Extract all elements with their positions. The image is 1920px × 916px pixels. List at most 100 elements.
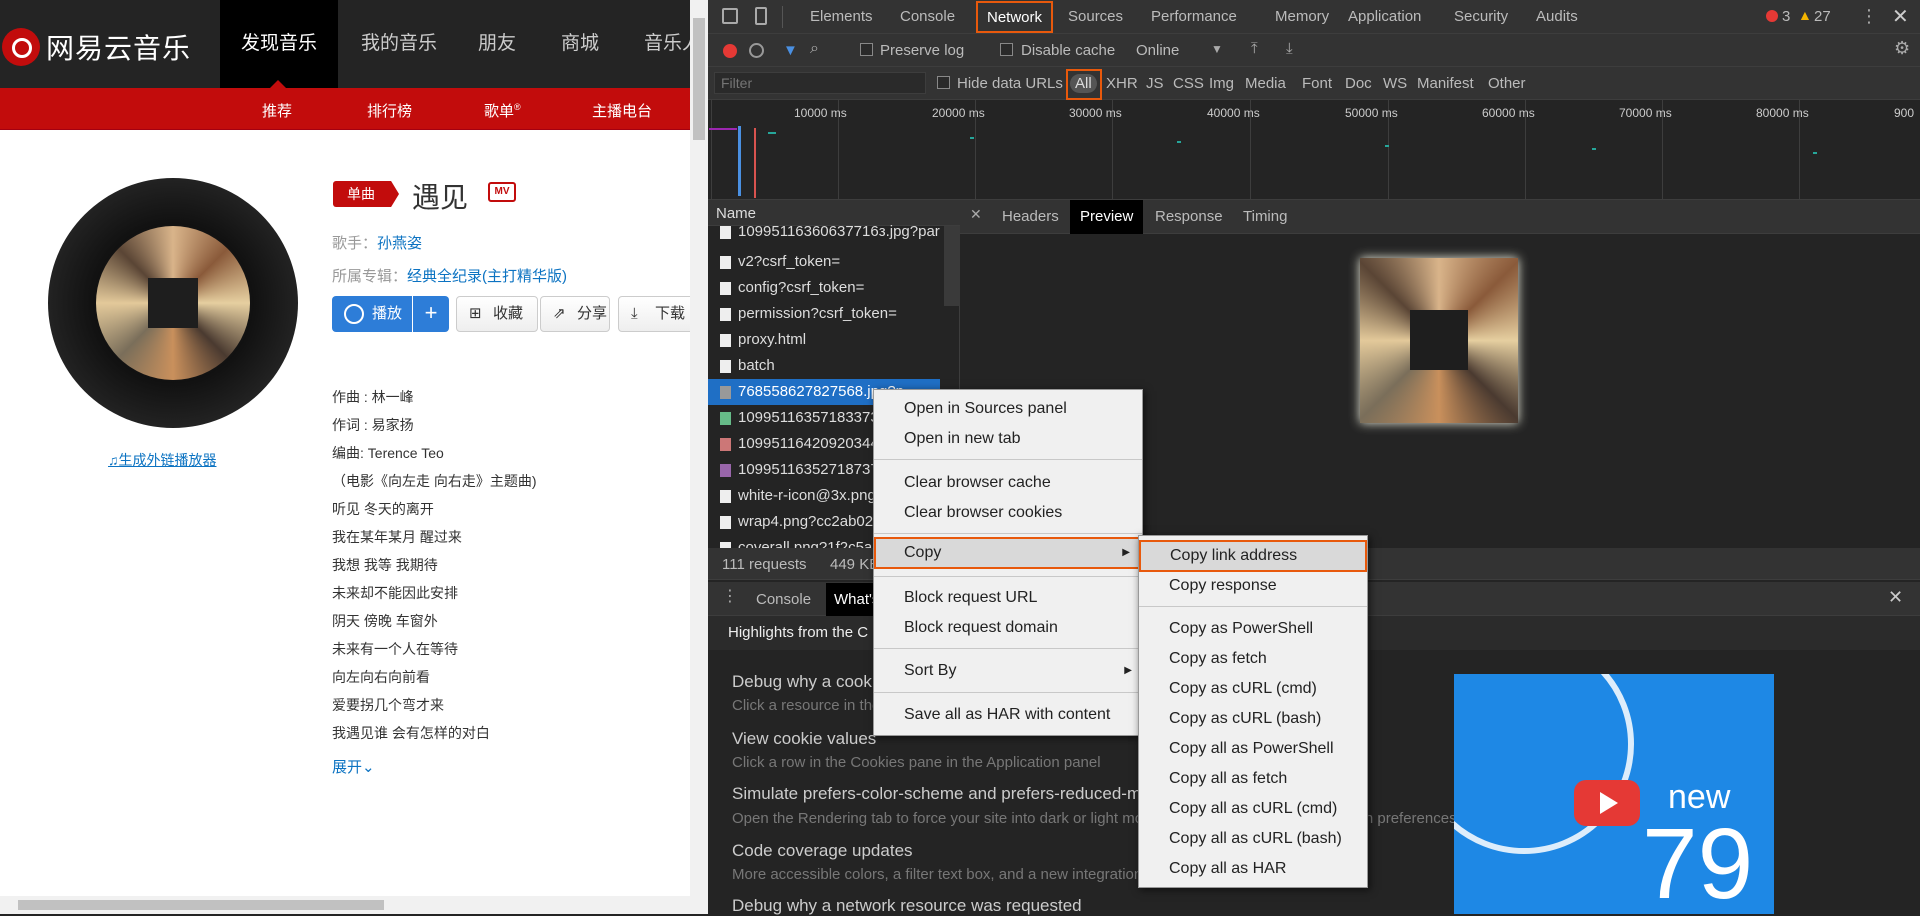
chevron-down-icon[interactable]: ▼ <box>1211 42 1223 56</box>
clear-icon[interactable] <box>749 43 764 58</box>
menu-open-in-sources[interactable]: Open in Sources panel <box>874 394 1142 424</box>
inspect-element-icon[interactable] <box>722 8 738 24</box>
horizontal-scrollbar[interactable] <box>0 896 690 914</box>
drawer-menu-icon[interactable]: ⋮ <box>722 586 738 606</box>
request-row[interactable]: batch <box>708 353 940 379</box>
type-filter-xhr[interactable]: XHR <box>1106 75 1138 92</box>
request-row[interactable]: permission?csrf_token= <box>708 301 940 327</box>
site-logo-text[interactable]: 网易云音乐 <box>46 27 191 67</box>
type-filter-manifest[interactable]: Manifest <box>1417 75 1474 92</box>
name-column-header[interactable]: Name <box>716 205 756 222</box>
nav-musician[interactable]: 音乐人 <box>644 0 690 88</box>
menu-sort-by[interactable]: Sort By ▶ <box>874 656 1142 686</box>
tab-application[interactable]: Application <box>1348 0 1421 33</box>
download-button[interactable]: ⤓ 下载 <box>618 296 690 332</box>
subnav-radio[interactable]: 主播电台 <box>592 100 652 121</box>
tab-sources[interactable]: Sources <box>1068 0 1123 33</box>
record-icon[interactable] <box>723 44 737 58</box>
type-filter-ws[interactable]: WS <box>1383 75 1407 92</box>
menu-clear-cache[interactable]: Clear browser cache <box>874 468 1142 498</box>
collect-button[interactable]: ⊞ 收藏 <box>456 296 538 332</box>
search-icon[interactable]: ⌕ <box>810 40 819 58</box>
subnav-recommend[interactable]: 推荐 <box>262 100 292 121</box>
request-row[interactable]: config?csrf_token= <box>708 275 940 301</box>
play-button[interactable]: 播放 <box>332 296 412 332</box>
news-title[interactable]: Simulate prefers-color-scheme and prefer… <box>732 784 1178 804</box>
nav-mall[interactable]: 商城 <box>561 0 599 88</box>
menu-copy-all-as-fetch[interactable]: Copy all as fetch <box>1139 764 1367 794</box>
type-filter-js[interactable]: JS <box>1146 75 1164 92</box>
type-filter-font[interactable]: Font <box>1302 75 1332 92</box>
type-filter-img[interactable]: Img <box>1209 75 1234 92</box>
gear-icon[interactable]: ⚙ <box>1894 38 1910 59</box>
menu-clear-cookies[interactable]: Clear browser cookies <box>874 498 1142 528</box>
whats-new-video[interactable]: new 79 <box>1454 674 1774 914</box>
menu-copy-all-as-powershell[interactable]: Copy all as PowerShell <box>1139 734 1367 764</box>
preserve-log-checkbox[interactable] <box>860 43 873 59</box>
news-title[interactable]: View cookie values <box>732 729 876 749</box>
mv-icon[interactable]: MV <box>488 182 516 202</box>
detail-tab-response[interactable]: Response <box>1155 200 1223 233</box>
close-drawer-icon[interactable]: ✕ <box>1888 587 1903 608</box>
hide-data-urls-checkbox[interactable] <box>937 76 950 92</box>
expand-lyrics-link[interactable]: 展开⌄ <box>332 756 375 777</box>
import-har-icon[interactable]: ⤒ <box>1251 40 1258 57</box>
close-detail-icon[interactable]: ✕ <box>970 206 982 223</box>
news-title[interactable]: Debug why a network resource was request… <box>732 896 1082 916</box>
tab-network[interactable]: Network <box>976 1 1054 33</box>
type-filter-css[interactable]: CSS <box>1173 75 1204 92</box>
more-menu-icon[interactable]: ⋮ <box>1860 6 1878 27</box>
device-toolbar-icon[interactable] <box>755 7 767 25</box>
request-row[interactable]: proxy.html <box>708 327 940 353</box>
error-count[interactable]: 3 <box>1782 8 1790 25</box>
menu-copy-link-address[interactable]: Copy link address <box>1139 540 1367 572</box>
detail-tab-preview[interactable]: Preview <box>1070 200 1144 234</box>
share-button[interactable]: ⇗ 分享 <box>540 296 610 332</box>
menu-copy[interactable]: Copy ▶ <box>874 537 1142 569</box>
news-title[interactable]: Code coverage updates <box>732 841 913 861</box>
warning-count[interactable]: 27 <box>1814 8 1831 25</box>
menu-copy-all-as-curl-bash[interactable]: Copy all as cURL (bash) <box>1139 824 1367 854</box>
menu-block-url[interactable]: Block request URL <box>874 583 1142 613</box>
nav-discover[interactable]: 发现音乐 <box>220 0 338 88</box>
menu-copy-as-curl-bash[interactable]: Copy as cURL (bash) <box>1139 704 1367 734</box>
menu-block-domain[interactable]: Block request domain <box>874 613 1142 643</box>
filter-icon[interactable]: ▼ <box>783 42 798 59</box>
tab-audits[interactable]: Audits <box>1536 0 1578 33</box>
disable-cache-checkbox[interactable] <box>1000 43 1013 59</box>
menu-save-har[interactable]: Save all as HAR with content <box>874 700 1142 730</box>
scrollbar-thumb[interactable] <box>693 18 705 140</box>
menu-copy-all-as-har[interactable]: Copy all as HAR <box>1139 854 1367 884</box>
menu-copy-as-powershell[interactable]: Copy as PowerShell <box>1139 614 1367 644</box>
request-list-scrollbar[interactable] <box>944 226 960 306</box>
nav-my-music[interactable]: 我的音乐 <box>361 0 437 88</box>
menu-open-in-new-tab[interactable]: Open in new tab <box>874 424 1142 454</box>
tab-elements[interactable]: Elements <box>810 0 873 33</box>
type-filter-other[interactable]: Other <box>1488 75 1526 92</box>
singer-link[interactable]: 孙燕姿 <box>377 235 422 252</box>
request-row[interactable]: v2?csrf_token= <box>708 249 940 275</box>
menu-copy-as-curl-cmd[interactable]: Copy as cURL (cmd) <box>1139 674 1367 704</box>
vertical-scrollbar[interactable] <box>690 0 708 914</box>
generate-player-link[interactable]: ♫生成外链播放器 <box>108 450 217 470</box>
timeline-overview[interactable] <box>708 100 1920 200</box>
throttle-select[interactable]: Online <box>1136 42 1179 59</box>
detail-tab-timing[interactable]: Timing <box>1243 200 1287 233</box>
tab-performance[interactable]: Performance <box>1151 0 1237 33</box>
subnav-playlists[interactable]: 歌单® <box>484 100 521 121</box>
menu-copy-as-fetch[interactable]: Copy as fetch <box>1139 644 1367 674</box>
tab-memory[interactable]: Memory <box>1275 0 1329 33</box>
type-filter-all[interactable]: All <box>1070 74 1097 93</box>
album-link[interactable]: 经典全纪录(主打精华版) <box>407 268 567 285</box>
menu-copy-all-as-curl-cmd[interactable]: Copy all as cURL (cmd) <box>1139 794 1367 824</box>
tab-console[interactable]: Console <box>900 0 955 33</box>
close-icon[interactable]: ✕ <box>1892 4 1909 29</box>
netease-logo-icon[interactable] <box>2 28 40 66</box>
nav-friends[interactable]: 朋友 <box>478 0 516 88</box>
detail-tab-headers[interactable]: Headers <box>1002 200 1059 233</box>
request-row[interactable]: 10995116360637716з.jpg?par. <box>708 224 940 240</box>
tab-security[interactable]: Security <box>1454 0 1508 33</box>
export-har-icon[interactable]: ⤓ <box>1286 40 1293 57</box>
filter-input[interactable] <box>714 72 926 94</box>
type-filter-media[interactable]: Media <box>1245 75 1286 92</box>
